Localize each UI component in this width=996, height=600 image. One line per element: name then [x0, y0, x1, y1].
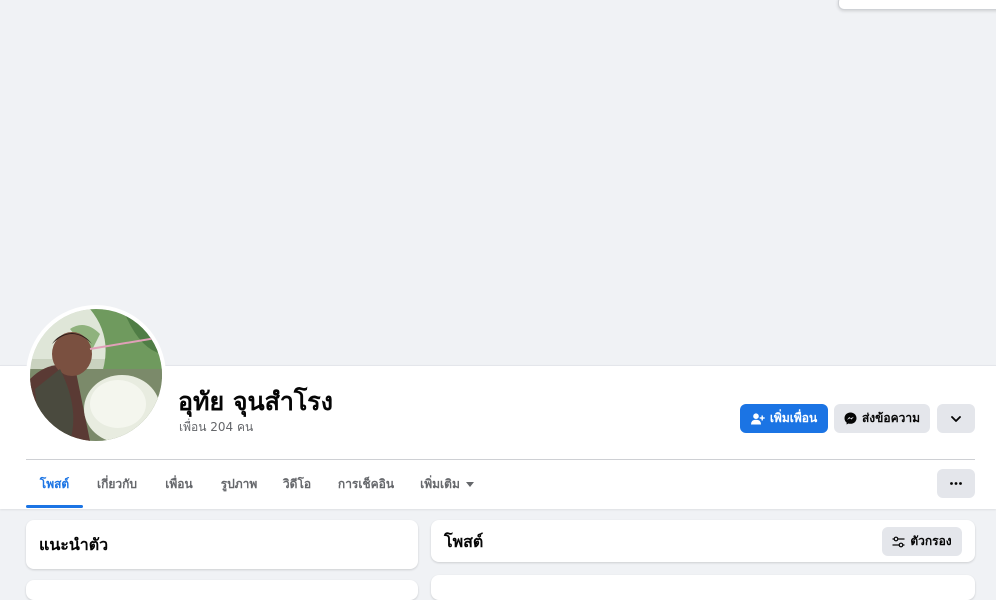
tab-posts[interactable]: โพสต์: [26, 462, 83, 506]
tab-checkins[interactable]: การเช็คอิน: [327, 462, 405, 506]
intro-card: แนะนำตัว: [26, 520, 418, 569]
posts-header-card: โพสต์ ตัวกรอง: [431, 520, 975, 562]
message-button[interactable]: ส่งข้อความ: [834, 404, 930, 433]
intro-title: แนะนำตัว: [39, 535, 109, 554]
caret-down-icon: [465, 481, 474, 487]
header-divider: [26, 459, 975, 460]
tab-more[interactable]: เพิ่มเติม: [411, 462, 483, 506]
messenger-icon: [844, 412, 857, 425]
tabs-more-options-button[interactable]: [937, 469, 975, 498]
intro-card-next: [26, 580, 418, 600]
cover-photo[interactable]: [0, 0, 996, 365]
ellipsis-icon: [950, 482, 962, 485]
popup-panel: [838, 0, 996, 10]
avatar-photo: [30, 309, 162, 441]
sliders-icon: [892, 536, 905, 548]
active-tab-indicator: [26, 505, 83, 508]
chevron-down-icon: [951, 415, 961, 422]
friends-count[interactable]: เพื่อน 204 คน: [179, 418, 253, 437]
more-options-button[interactable]: [937, 404, 975, 433]
posts-title: โพสต์: [444, 532, 484, 551]
add-person-icon: [750, 412, 765, 425]
add-friend-button[interactable]: เพิ่มเพื่อน: [740, 404, 828, 433]
filter-label: ตัวกรอง: [910, 534, 952, 548]
add-friend-label: เพิ่มเพื่อน: [769, 411, 818, 425]
tab-videos[interactable]: วิดีโอ: [273, 462, 321, 506]
tab-photos[interactable]: รูปภาพ: [209, 462, 269, 506]
filter-button[interactable]: ตัวกรอง: [882, 527, 962, 556]
profile-name: อุทัย จุนสำโรง: [178, 387, 333, 416]
tab-about[interactable]: เกี่ยวกับ: [85, 462, 149, 506]
tab-friends[interactable]: เพื่อน: [153, 462, 205, 506]
profile-avatar[interactable]: [26, 305, 166, 445]
tab-more-label: เพิ่มเติม: [420, 476, 460, 491]
message-label: ส่งข้อความ: [861, 411, 920, 425]
